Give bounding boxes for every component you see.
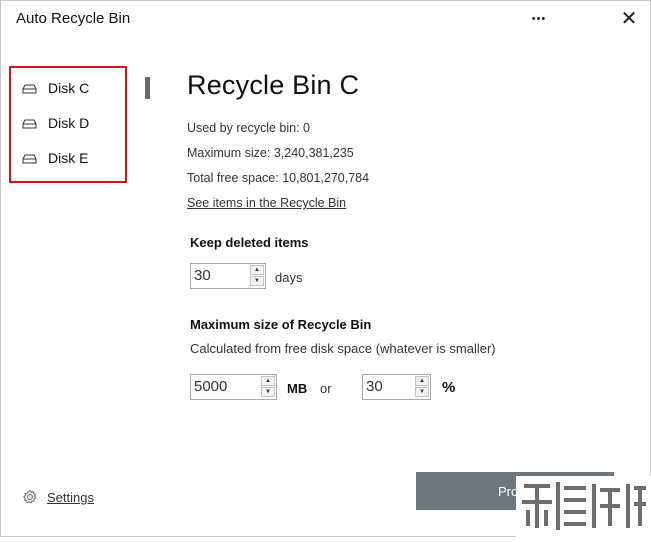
spin-down-icon[interactable]: ▼ — [261, 387, 275, 397]
percent-unit: % — [442, 379, 456, 396]
max-size-percent-value: 30 — [366, 378, 383, 395]
used-by-recycle-bin: Used by recycle bin: 0 — [187, 121, 310, 135]
see-items-link[interactable]: See items in the Recycle Bin — [187, 196, 346, 210]
window-title: Auto Recycle Bin — [16, 10, 131, 27]
or-label: or — [320, 381, 332, 396]
max-size-mb-stepper[interactable]: 5000 ▲ ▼ — [190, 374, 277, 400]
settings-link[interactable]: Settings — [22, 489, 94, 505]
drive-icon — [22, 84, 37, 93]
max-size-subtitle: Calculated from free disk space (whateve… — [190, 341, 496, 356]
max-size-mb-value: 5000 — [194, 378, 228, 395]
spin-down-icon[interactable]: ▼ — [250, 276, 264, 286]
keep-days-value: 30 — [194, 267, 211, 284]
max-size-percent-stepper[interactable]: 30 ▲ ▼ — [362, 374, 431, 400]
sidebar-item-label: Disk C — [48, 80, 90, 96]
total-free-space: Total free space: 10,801,270,784 — [187, 171, 370, 185]
sidebar-item-label: Disk E — [48, 150, 89, 166]
mb-unit: MB — [287, 381, 308, 396]
max-size-title: Maximum size of Recycle Bin — [190, 317, 372, 332]
selection-indicator — [145, 77, 150, 99]
drive-icon — [22, 119, 37, 128]
close-button[interactable]: ✕ — [614, 6, 644, 32]
keep-days-stepper[interactable]: 30 ▲ ▼ — [190, 263, 266, 289]
days-unit: days — [275, 270, 303, 285]
spin-up-icon[interactable]: ▲ — [250, 265, 264, 275]
keep-deleted-title: Keep deleted items — [190, 235, 309, 250]
sidebar-item-disk-d[interactable]: Disk D — [22, 112, 89, 134]
watermark-logo — [516, 476, 651, 537]
drive-icon — [22, 154, 37, 163]
title-bar: Auto Recycle Bin ••• ✕ — [0, 0, 651, 38]
sidebar-item-disk-e[interactable]: Disk E — [22, 147, 88, 169]
settings-label: Settings — [47, 489, 94, 505]
spin-up-icon[interactable]: ▲ — [261, 376, 275, 386]
gear-icon — [22, 489, 38, 505]
spin-down-icon[interactable]: ▼ — [415, 387, 429, 397]
spin-up-icon[interactable]: ▲ — [415, 376, 429, 386]
maximum-size-info: Maximum size: 3,240,381,235 — [187, 146, 354, 160]
sidebar-item-label: Disk D — [48, 115, 90, 131]
more-options-button[interactable]: ••• — [524, 6, 554, 32]
page-title: Recycle Bin C — [187, 70, 360, 100]
sidebar-item-disk-c[interactable]: Disk C — [22, 77, 89, 99]
